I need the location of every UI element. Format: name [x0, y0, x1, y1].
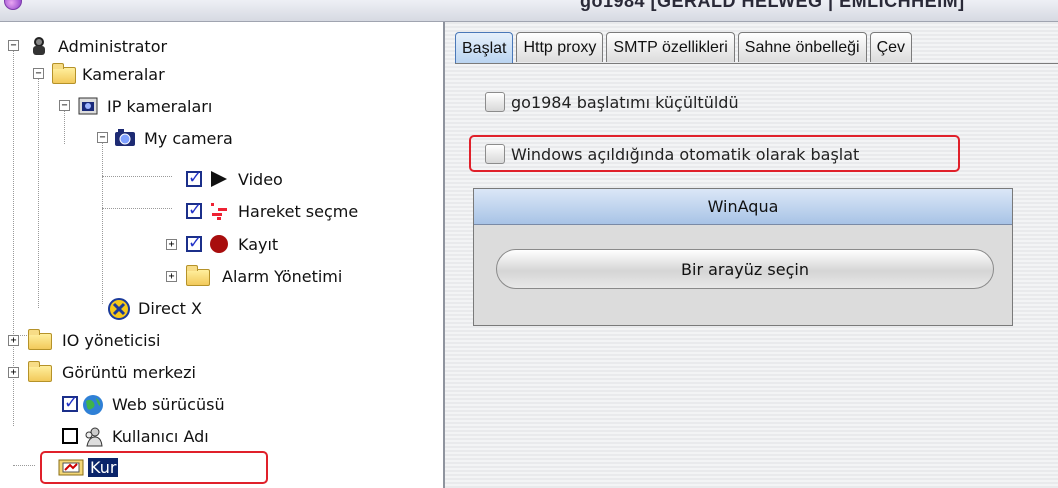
highlight-box-setup — [40, 451, 268, 484]
option-label: go1984 başlatımı küçültüldü — [511, 92, 739, 112]
folder-icon — [186, 265, 214, 286]
collapse-toggle[interactable]: − — [33, 68, 44, 79]
collapse-toggle[interactable]: − — [59, 100, 70, 111]
tree-item-directx[interactable]: Direct X — [108, 294, 202, 322]
tree-item-ip-cameras[interactable]: IP kameraları — [77, 92, 212, 120]
tree-item-label: Alarm Yönetimi — [222, 266, 343, 286]
tab-bar: Başlat Http proxy SMTP özellikleri Sahne… — [455, 32, 915, 64]
tab-http-proxy[interactable]: Http proxy — [516, 32, 604, 62]
admin-icon — [28, 36, 50, 56]
tab-scene-cache[interactable]: Sahne önbelleği — [737, 32, 867, 62]
tree-guide-line — [102, 136, 103, 304]
folder-icon — [28, 361, 54, 382]
window-orb-icon[interactable] — [4, 0, 22, 10]
folder-icon — [28, 329, 54, 350]
tree-item-label: Administrator — [58, 36, 168, 56]
collapse-toggle[interactable]: − — [97, 132, 108, 143]
expand-toggle[interactable]: + — [8, 367, 19, 378]
tree-guide-line — [38, 74, 39, 308]
expand-toggle[interactable]: + — [166, 271, 177, 282]
directx-icon — [108, 298, 130, 320]
look-and-feel-panel: WinAqua Bir arayüz seçin — [473, 188, 1013, 326]
tree-item-label: Görüntü merkezi — [62, 362, 196, 382]
ip-camera-icon — [77, 96, 99, 116]
tree-item-label: Kameralar — [82, 64, 165, 84]
tree-item-web-driver[interactable]: Web sürücüsü — [62, 390, 225, 418]
tree-item-my-camera[interactable]: My camera — [114, 124, 233, 152]
play-icon — [208, 169, 230, 189]
folder-open-icon — [52, 63, 76, 84]
tab-start[interactable]: Başlat — [455, 32, 514, 64]
tree-item-label: IO yöneticisi — [62, 330, 161, 350]
tree-item-motion[interactable]: Hareket seçme — [186, 197, 358, 225]
username-checkbox[interactable] — [62, 428, 78, 444]
settings-panel: Başlat Http proxy SMTP özellikleri Sahne… — [445, 22, 1058, 488]
expand-toggle[interactable]: + — [166, 239, 177, 250]
tree-guide-line — [13, 465, 35, 466]
tab-divider — [455, 63, 1058, 64]
laf-header: WinAqua — [474, 189, 1012, 225]
highlight-box-autostart — [469, 135, 960, 172]
tree-item-label: IP kameraları — [107, 96, 213, 116]
tree-item-label: My camera — [144, 128, 233, 148]
tree-item-video[interactable]: Video — [186, 165, 283, 193]
tree-item-label: Hareket seçme — [238, 201, 359, 221]
minimized-start-checkbox[interactable] — [485, 92, 505, 112]
camera-icon — [114, 128, 136, 148]
tree-guide-line — [102, 208, 172, 209]
users-icon — [82, 426, 104, 447]
tab-smtp[interactable]: SMTP özellikleri — [606, 32, 735, 62]
tree-item-label: Video — [238, 169, 283, 189]
tree-item-label: Kullanıcı Adı — [112, 426, 209, 446]
globe-icon — [82, 394, 104, 415]
motion-checkbox[interactable] — [186, 200, 202, 220]
tree-item-record[interactable]: Kayıt — [186, 230, 278, 258]
option-minimized-start[interactable]: go1984 başlatımı küçültüldü — [485, 92, 739, 112]
record-checkbox[interactable] — [186, 233, 202, 253]
tree-item-label: Web sürücüsü — [112, 394, 225, 414]
window-title: go1984 [GERALD HELWEG | EMLICHHEIM] — [580, 0, 965, 11]
motion-icon — [208, 201, 230, 221]
tree-item-label: Direct X — [138, 298, 202, 318]
web-driver-checkbox[interactable] — [62, 393, 78, 413]
record-icon — [208, 234, 230, 254]
title-bar: go1984 [GERALD HELWEG | EMLICHHEIM] — [0, 0, 1058, 22]
tree-item-username[interactable]: Kullanıcı Adı — [62, 422, 209, 450]
tab-overflow[interactable]: Çev — [869, 32, 913, 62]
tree-item-io[interactable]: IO yöneticisi — [28, 326, 160, 354]
choose-interface-button[interactable]: Bir arayüz seçin — [496, 249, 994, 289]
navigation-tree: − Administrator − Kameralar − IP kameral… — [0, 22, 445, 488]
tree-item-administrator[interactable]: Administrator — [28, 32, 167, 60]
expand-toggle[interactable]: + — [8, 335, 19, 346]
tree-guide-line — [102, 176, 172, 177]
tree-item-label: Kayıt — [238, 234, 279, 254]
video-checkbox[interactable] — [186, 168, 202, 188]
tree-item-kameralar[interactable]: Kameralar — [52, 60, 165, 88]
tree-item-image-center[interactable]: Görüntü merkezi — [28, 358, 196, 386]
collapse-toggle[interactable]: − — [8, 40, 19, 51]
tree-item-alarm[interactable]: Alarm Yönetimi — [186, 262, 342, 290]
